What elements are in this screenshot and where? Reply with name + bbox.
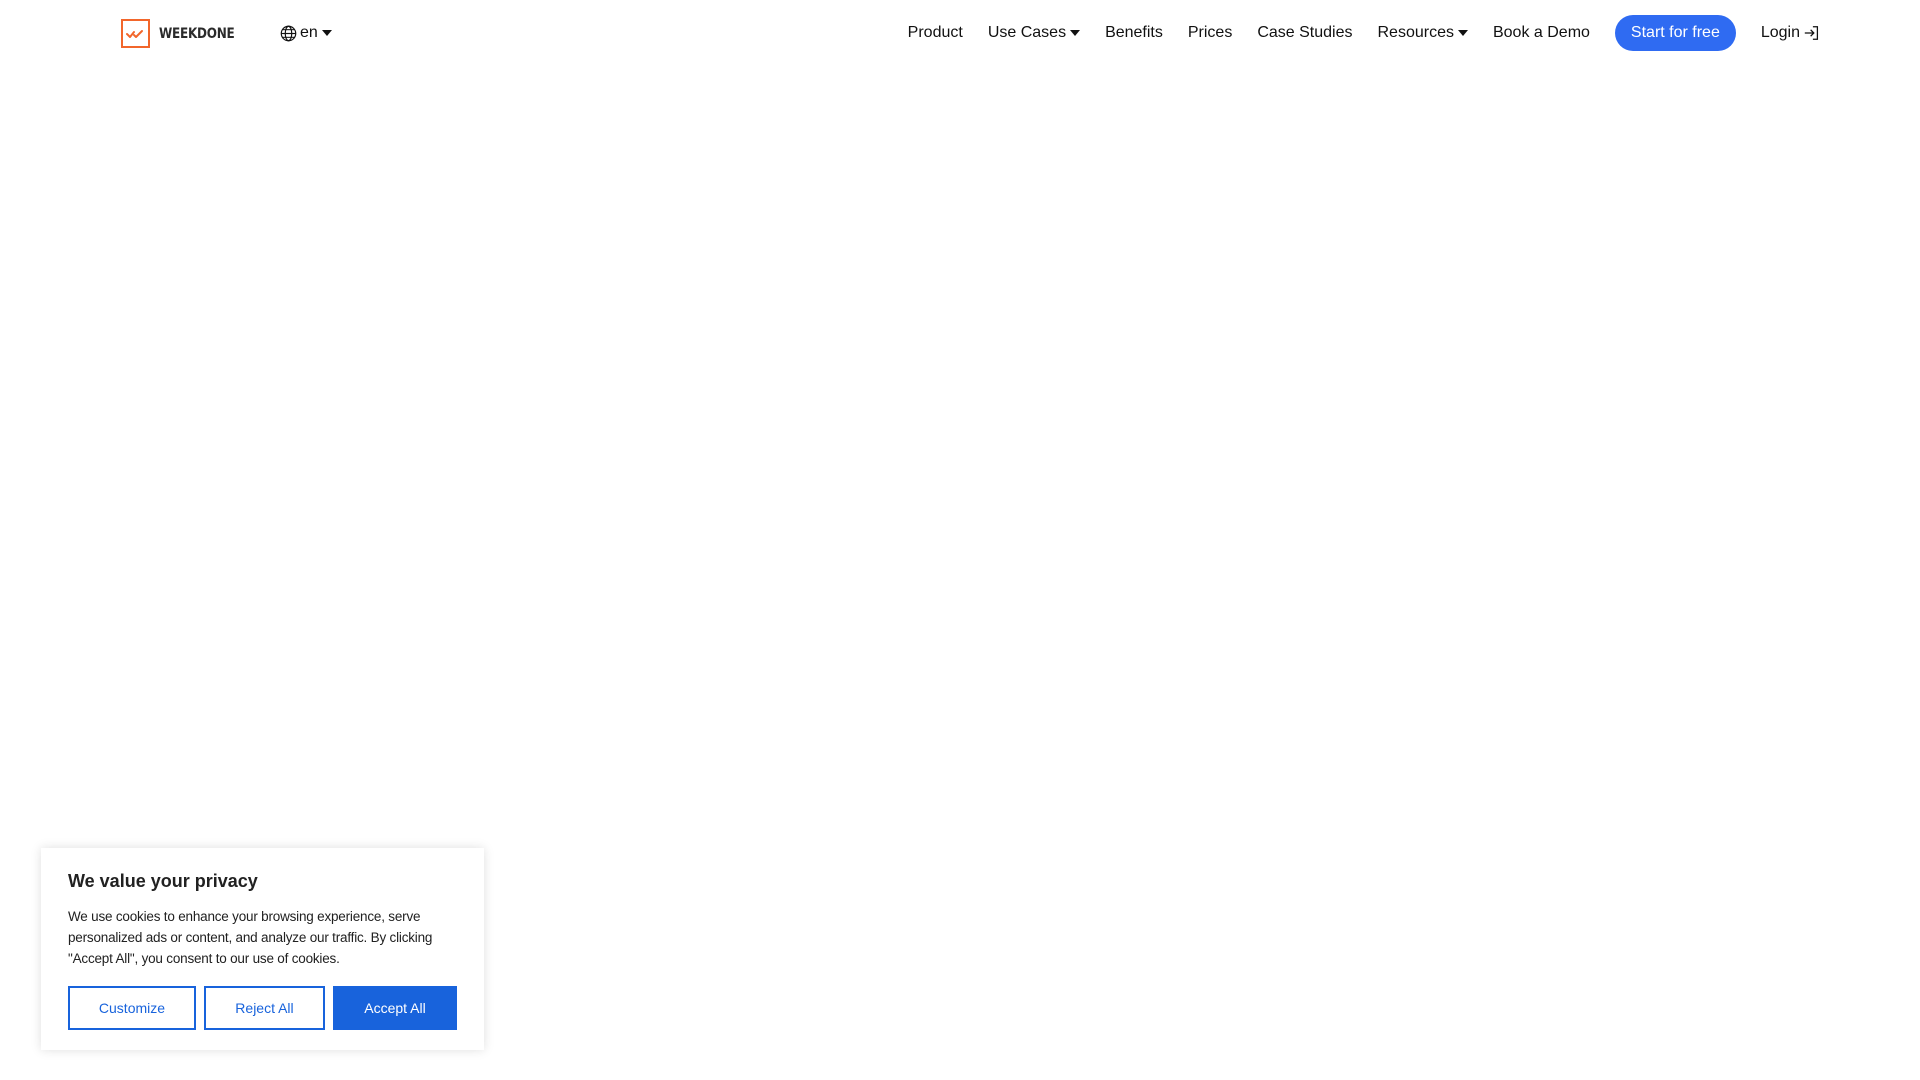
- nav-book-demo[interactable]: Book a Demo: [1493, 24, 1590, 42]
- checkmark-logo-icon: [121, 19, 150, 48]
- nav-case-studies[interactable]: Case Studies: [1257, 24, 1352, 42]
- nav-product[interactable]: Product: [908, 24, 963, 42]
- cookie-title: We value your privacy: [68, 871, 258, 891]
- caret-down-icon: [1457, 30, 1468, 36]
- cookie-actions: Customize Reject All Accept All: [68, 986, 457, 1030]
- page: WEEKDONE en Product Use Cases Benefits P…: [0, 0, 1920, 1080]
- site-header: WEEKDONE en Product Use Cases Benefits P…: [0, 0, 1920, 66]
- nav-prices[interactable]: Prices: [1188, 24, 1232, 42]
- caret-down-icon: [1070, 30, 1081, 36]
- start-free-button[interactable]: Start for free: [1614, 15, 1736, 51]
- language-label: en: [300, 24, 318, 41]
- logo-wordmark: WEEKDONE: [159, 25, 235, 42]
- weekdone-logo[interactable]: WEEKDONE: [121, 17, 247, 50]
- login-link[interactable]: Login: [1761, 24, 1821, 42]
- language-selector[interactable]: en: [280, 22, 332, 44]
- reject-all-button[interactable]: Reject All: [203, 986, 325, 1030]
- caret-down-icon: [321, 30, 332, 36]
- nav-resources-label: Resources: [1377, 24, 1454, 41]
- cookie-description: We use cookies to enhance your browsing …: [68, 909, 433, 966]
- main-nav: Product Use Cases Benefits Prices Case S…: [908, 15, 1821, 51]
- login-arrow-icon: [1803, 24, 1821, 42]
- customize-button[interactable]: Customize: [68, 986, 196, 1030]
- login-label: Login: [1760, 24, 1800, 41]
- nav-resources[interactable]: Resources: [1378, 24, 1468, 42]
- cookie-consent-banner: We value your privacy We use cookies to …: [41, 848, 484, 1050]
- nav-benefits[interactable]: Benefits: [1105, 24, 1163, 42]
- nav-use-cases[interactable]: Use Cases: [987, 24, 1081, 42]
- accept-all-button[interactable]: Accept All: [333, 986, 457, 1030]
- globe-icon: [280, 25, 297, 42]
- nav-use-cases-label: Use Cases: [987, 24, 1067, 41]
